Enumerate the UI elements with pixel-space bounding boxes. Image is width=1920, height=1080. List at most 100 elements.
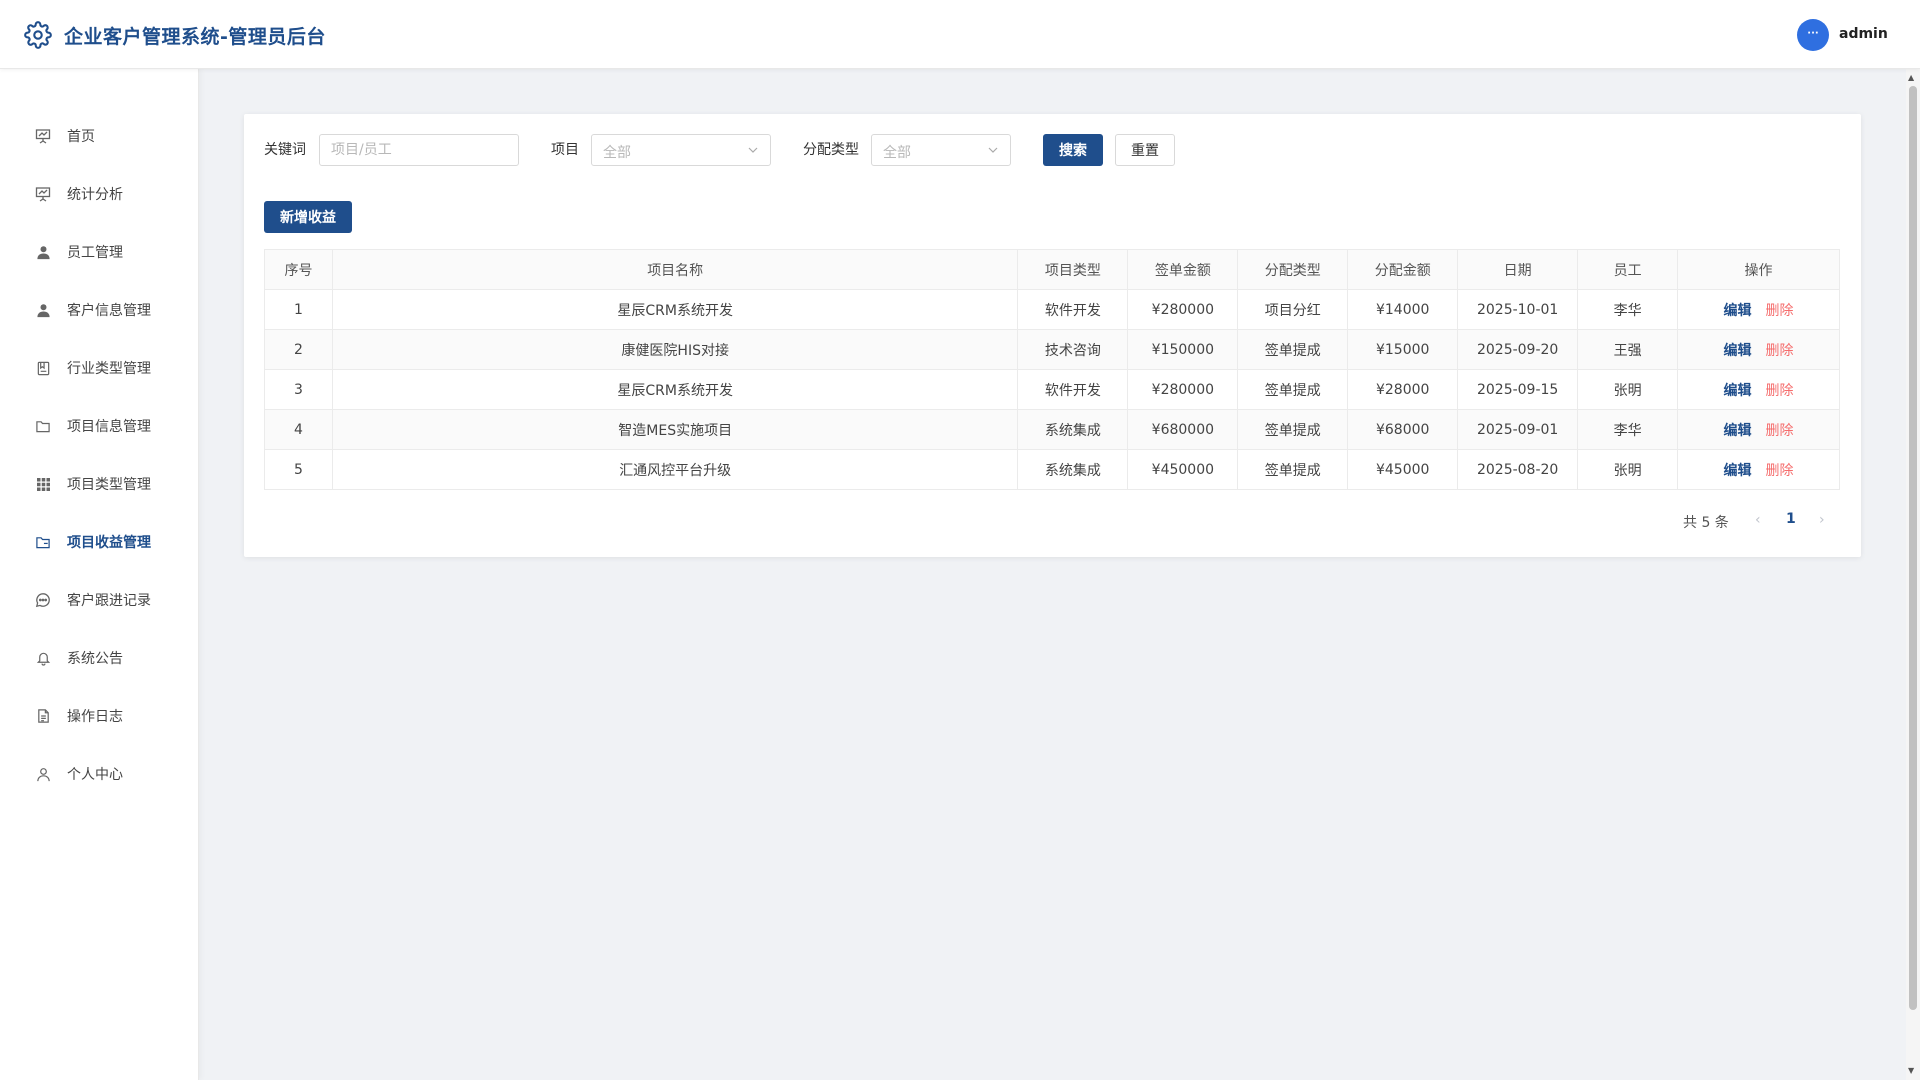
cell-project-type: 系统集成 (1017, 449, 1129, 490)
project-select-value: 全部 (603, 145, 631, 161)
top-header: 企业客户管理系统-管理员后台 ··· admin (0, 0, 1920, 69)
chevron-down-icon (988, 147, 998, 153)
cell-actions: 编辑 删除 (1677, 329, 1840, 370)
sidebar-item-label: 客户跟进记录 (67, 593, 151, 609)
cell-contract-amount: ¥680000 (1127, 409, 1239, 450)
edit-link[interactable]: 编辑 (1724, 343, 1752, 359)
cell-allocation-type: 签单提成 (1237, 409, 1349, 450)
sidebar-item-customers[interactable]: 客户信息管理 (0, 290, 199, 330)
column-header: 序号 (264, 249, 333, 290)
table-row: 1 星辰CRM系统开发 软件开发 ¥280000 项目分红 ¥14000 202… (264, 289, 1840, 330)
column-header: 操作 (1677, 249, 1840, 290)
allocation-type-label: 分配类型 (803, 142, 859, 158)
delete-link[interactable]: 删除 (1766, 303, 1794, 319)
cell-employee: 张明 (1577, 369, 1679, 410)
table-row: 3 星辰CRM系统开发 软件开发 ¥280000 签单提成 ¥28000 202… (264, 369, 1840, 410)
sidebar-item-statistics[interactable]: 统计分析 (0, 174, 199, 214)
sidebar-item-label: 系统公告 (67, 651, 123, 667)
delete-link[interactable]: 删除 (1766, 463, 1794, 479)
sidebar-item-label: 行业类型管理 (67, 361, 151, 377)
allocation-type-select-value: 全部 (883, 145, 911, 161)
cell-actions: 编辑 删除 (1677, 409, 1840, 450)
user-outline-icon (34, 765, 52, 783)
table-header-row: 序号 项目名称 项目类型 签单金额 分配类型 分配金额 日期 员工 操作 (264, 249, 1840, 290)
cell-date: 2025-08-20 (1457, 449, 1579, 490)
edit-link[interactable]: 编辑 (1724, 383, 1752, 399)
cell-allocation-type: 签单提成 (1237, 449, 1349, 490)
sidebar: 首页 统计分析 员工管理 客户信息管理 行业类型管理 项目信息管理 项目类型管理… (0, 69, 199, 1080)
avatar[interactable]: ··· (1797, 19, 1829, 51)
cell-actions: 编辑 删除 (1677, 449, 1840, 490)
sidebar-item-projects[interactable]: 项目信息管理 (0, 406, 199, 446)
scrollbar-thumb[interactable] (1909, 86, 1917, 1010)
allocation-type-select[interactable]: 全部 (871, 134, 1011, 166)
cell-project-name: 智造MES实施项目 (331, 409, 1019, 450)
cell-allocation-amount: ¥68000 (1347, 409, 1459, 450)
cell-actions: 编辑 删除 (1677, 289, 1840, 330)
edit-link[interactable]: 编辑 (1724, 303, 1752, 319)
cell-project-name: 星辰CRM系统开发 (331, 289, 1019, 330)
chart-board-icon (34, 185, 52, 203)
edit-link[interactable]: 编辑 (1724, 463, 1752, 479)
cell-date: 2025-09-20 (1457, 329, 1579, 370)
reset-button[interactable]: 重置 (1115, 134, 1175, 166)
cell-allocation-amount: ¥15000 (1347, 329, 1459, 370)
project-label: 项目 (551, 142, 579, 158)
sidebar-item-industry-types[interactable]: 行业类型管理 (0, 348, 199, 388)
cell-index: 4 (264, 409, 333, 450)
sidebar-item-label: 项目类型管理 (67, 477, 151, 493)
column-header: 分配金额 (1347, 249, 1459, 290)
search-button[interactable]: 搜索 (1043, 134, 1103, 166)
cell-allocation-amount: ¥45000 (1347, 449, 1459, 490)
pagination-total: 共 5 条 (1683, 515, 1729, 531)
cell-date: 2025-10-01 (1457, 289, 1579, 330)
sidebar-item-label: 首页 (67, 129, 95, 145)
user-filled-icon (34, 301, 52, 319)
cell-index: 1 (264, 289, 333, 330)
sidebar-item-profile[interactable]: 个人中心 (0, 754, 199, 794)
cell-date: 2025-09-01 (1457, 409, 1579, 450)
add-revenue-button[interactable]: 新增收益 (264, 201, 352, 233)
delete-link[interactable]: 删除 (1766, 383, 1794, 399)
delete-link[interactable]: 删除 (1766, 343, 1794, 359)
cell-project-type: 软件开发 (1017, 369, 1129, 410)
column-header: 日期 (1457, 249, 1579, 290)
username[interactable]: admin (1839, 26, 1888, 42)
sidebar-item-employees[interactable]: 员工管理 (0, 232, 199, 272)
column-header: 员工 (1577, 249, 1679, 290)
cell-actions: 编辑 删除 (1677, 369, 1840, 410)
cell-contract-amount: ¥280000 (1127, 369, 1239, 410)
notebook-icon (34, 359, 52, 377)
sidebar-item-project-types[interactable]: 项目类型管理 (0, 464, 199, 504)
sidebar-item-label: 客户信息管理 (67, 303, 151, 319)
project-select[interactable]: 全部 (591, 134, 771, 166)
chevron-left-icon[interactable]: ‹ (1755, 512, 1761, 528)
cell-employee: 李华 (1577, 409, 1679, 450)
keyword-input[interactable] (319, 134, 519, 166)
grid-icon (34, 475, 52, 493)
pagination-page-1[interactable]: 1 (1786, 511, 1796, 527)
cell-date: 2025-09-15 (1457, 369, 1579, 410)
sidebar-item-label: 员工管理 (67, 245, 123, 261)
scroll-down-arrow-icon[interactable]: ▼ (1908, 1066, 1914, 1075)
folder-icon (34, 417, 52, 435)
edit-link[interactable]: 编辑 (1724, 423, 1752, 439)
cell-index: 2 (264, 329, 333, 370)
cell-employee: 张明 (1577, 449, 1679, 490)
cell-project-type: 系统集成 (1017, 409, 1129, 450)
sidebar-item-announcements[interactable]: 系统公告 (0, 638, 199, 678)
folder-open-icon (34, 533, 52, 551)
sidebar-item-followups[interactable]: 客户跟进记录 (0, 580, 199, 620)
scroll-up-arrow-icon[interactable]: ▲ (1908, 73, 1914, 82)
revenue-table: 序号 项目名称 项目类型 签单金额 分配类型 分配金额 日期 员工 操作 1 星… (264, 249, 1840, 490)
table-row: 4 智造MES实施项目 系统集成 ¥680000 签单提成 ¥68000 202… (264, 409, 1840, 450)
table-row: 5 汇通风控平台升级 系统集成 ¥450000 签单提成 ¥45000 2025… (264, 449, 1840, 490)
sidebar-item-project-revenue[interactable]: 项目收益管理 (0, 522, 199, 562)
delete-link[interactable]: 删除 (1766, 423, 1794, 439)
sidebar-item-operation-log[interactable]: 操作日志 (0, 696, 199, 736)
revenue-card: 关键词 项目 全部 分配类型 全部 搜索 重置 新增收益 序号 项目名称 项目类… (244, 114, 1861, 557)
chevron-right-icon[interactable]: › (1819, 512, 1825, 528)
sidebar-item-home[interactable]: 首页 (0, 116, 199, 156)
cell-index: 3 (264, 369, 333, 410)
cell-employee: 李华 (1577, 289, 1679, 330)
